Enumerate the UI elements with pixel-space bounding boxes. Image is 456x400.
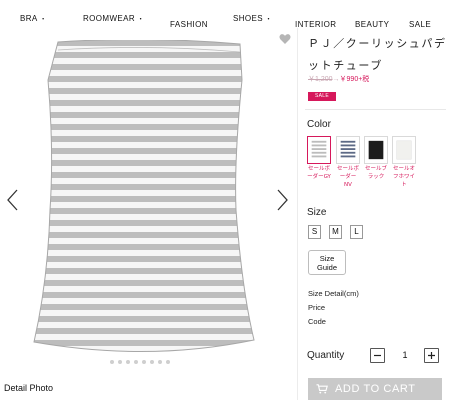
price-old: ￥1,200 — [308, 76, 333, 83]
swatch-label-black: セールブラック — [364, 166, 387, 180]
quantity-value[interactable]: 1 — [397, 350, 413, 360]
product-photo[interactable] — [28, 40, 268, 355]
size-guide-button[interactable]: Size Guide — [308, 250, 346, 275]
swatch-image-offwhite — [392, 136, 416, 164]
swatch-image-black — [364, 136, 388, 164]
price-new: ￥990 — [339, 76, 359, 83]
nav-item-bra[interactable]: BRA ・ — [20, 14, 47, 24]
swatch-image-gy — [307, 136, 331, 164]
spec-size-detail: Size Detail(cm) — [308, 289, 359, 298]
color-swatch-offwhite[interactable]: セールオフホワイト — [392, 136, 416, 192]
price-arrow: → — [332, 76, 340, 83]
nav-item-shoes[interactable]: SHOES ・ — [233, 14, 272, 24]
size-button-m[interactable]: M — [329, 225, 342, 239]
color-heading: Color — [307, 119, 331, 130]
spec-price: Price — [308, 303, 326, 312]
size-button-l[interactable]: L — [350, 225, 363, 239]
swatch-label-offwhite: セールオフホワイト — [392, 166, 415, 188]
add-to-cart-label: ADD TO CART — [335, 383, 416, 395]
size-button-s[interactable]: S — [308, 225, 321, 239]
nav-item-fashion[interactable]: FASHION — [170, 20, 208, 29]
quantity-decrement-button[interactable] — [370, 348, 385, 363]
color-swatch-nv[interactable]: セールボーダーNV — [336, 136, 360, 192]
detail-photo-link[interactable]: Detail Photo — [4, 383, 53, 393]
chevron-right-icon[interactable] — [274, 188, 290, 212]
photo-pager — [110, 351, 190, 364]
nav-item-interior[interactable]: INTERIOR — [295, 20, 336, 29]
minus-icon — [374, 354, 381, 357]
cart-icon — [316, 384, 328, 394]
quantity-label: Quantity — [307, 350, 345, 361]
add-to-cart-button[interactable]: ADD TO CART — [308, 378, 442, 400]
price-tax: +税 — [358, 76, 370, 83]
color-swatches: セールボーダーGY セールボーダーNV セールブラック セールオフホワイト — [307, 136, 447, 192]
chevron-left-icon[interactable] — [5, 188, 21, 212]
top-nav: BRA ・ ROOMWEAR ・ FASHION SHOES ・ INTERIOR B… — [0, 0, 456, 32]
swatch-label-nv: セールボーダーNV — [336, 166, 359, 188]
price: ￥1,200→￥990+税 — [308, 74, 369, 84]
product-title: ＰＪ／クーリッシュパデットチューブ — [308, 37, 447, 72]
swatch-image-nv — [336, 136, 360, 164]
quantity-increment-button[interactable] — [424, 348, 439, 363]
size-heading: Size — [307, 207, 327, 218]
nav-item-roomwear[interactable]: ROOMWEAR ・ — [83, 14, 145, 24]
heart-icon[interactable] — [279, 32, 291, 44]
swatch-label-gy: セールボーダーGY — [307, 166, 331, 180]
nav-item-beauty[interactable]: BEAUTY — [355, 20, 389, 29]
nav-item-sale[interactable]: SALE — [409, 20, 431, 29]
color-swatch-black[interactable]: セールブラック — [364, 136, 388, 192]
column-divider — [297, 28, 298, 400]
size-guide-label: Size Guide — [316, 254, 337, 272]
section-divider — [305, 109, 446, 110]
sale-badge: SALE — [308, 92, 336, 101]
color-swatch-gy[interactable]: セールボーダーGY — [307, 136, 331, 192]
spec-code: Code — [308, 317, 326, 326]
plus-icon — [428, 352, 435, 359]
